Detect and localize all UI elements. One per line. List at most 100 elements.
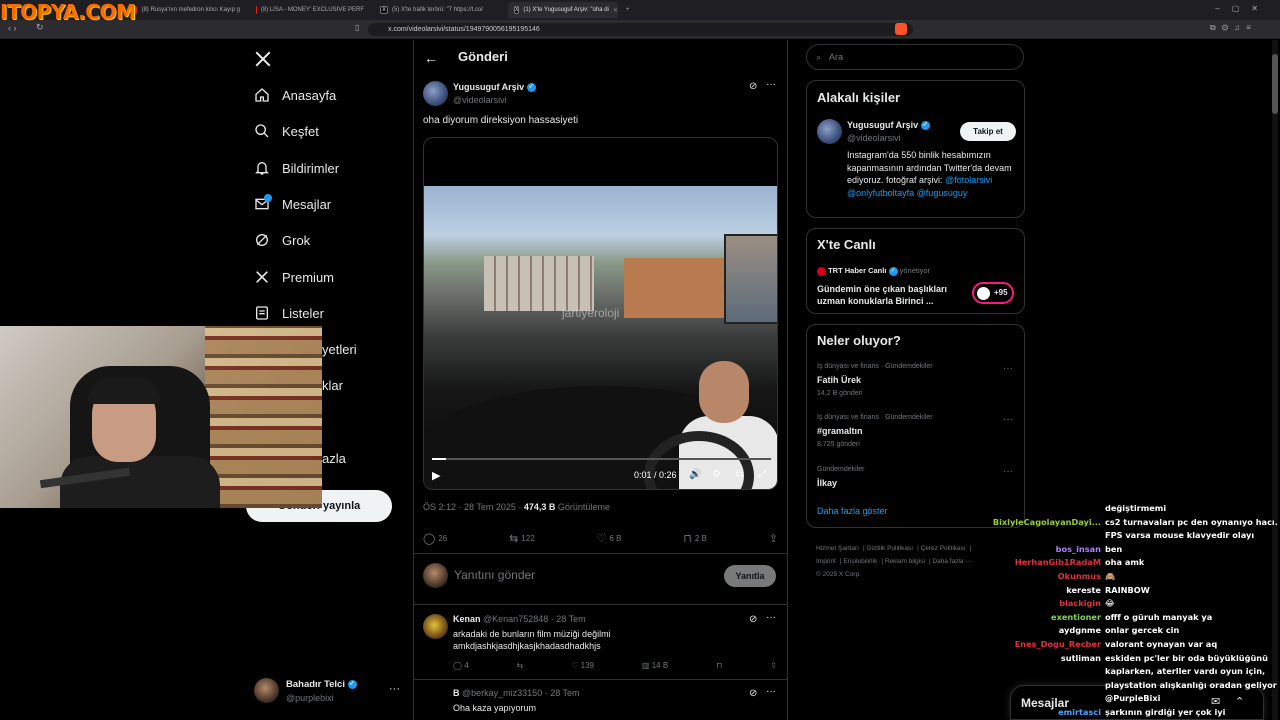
video-progress-bar[interactable] [432, 458, 771, 460]
reply-button[interactable]: Yanıtla [724, 565, 776, 587]
trend-item[interactable]: İş dünyası ve finans · Gündemdekiler #gr… [817, 414, 933, 448]
browser-tab[interactable]: X (5) X'te trafik terörü: "7 https://t.co… [374, 2, 504, 18]
follow-button[interactable]: Takip et [960, 122, 1016, 141]
x-logo-icon[interactable] [254, 50, 272, 68]
account-switcher[interactable]: Bahadır Telci ✓ @purplebixi [286, 679, 357, 703]
nav-bookmarks[interactable]: yetleri [322, 342, 357, 357]
window-controls[interactable]: –▢✕ [1215, 4, 1270, 13]
fullscreen-icon[interactable]: ⤢ [758, 469, 766, 480]
chat-message: sutliman eskiden pc'ler bir oda büyüklüğü… [990, 652, 1280, 693]
more-icon[interactable]: ··· [766, 686, 776, 697]
related-name: Yugusuguf Arşiv [847, 120, 919, 130]
nav-communities[interactable]: klar [322, 378, 343, 393]
footer-link[interactable]: Imprint [816, 558, 836, 565]
trend-context: Gündemdekiler [817, 466, 865, 473]
list-icon [256, 306, 268, 320]
browser-tab[interactable]: (8) Rusya'nın mefedron kılıcı Kayıp g [126, 2, 246, 18]
youtube-icon [256, 6, 257, 14]
brave-shield-icon[interactable] [895, 23, 907, 35]
reply-input[interactable]: Yanıtını gönder [454, 568, 535, 582]
footer-link[interactable]: Çerez Politikası [921, 545, 966, 552]
trend-item[interactable]: İş dünyası ve finans · Gündemdekiler Fat… [817, 363, 933, 397]
video-player[interactable]: jartiyeroloji ▶ 0:01 / 0:26 🔊 ⚙ ⧉ ⤢ [423, 137, 778, 490]
chat-message: aydgnme onlar gercek cin [990, 624, 1280, 638]
chat-username: Okunmus [1057, 570, 1101, 581]
nav-premium[interactable]: Premium [254, 269, 334, 285]
browser-tab[interactable]: (8) LISA - MONEY' EXCLUSIVE PERF [250, 2, 370, 18]
more-icon[interactable]: ··· [1003, 466, 1013, 477]
more-icon[interactable]: ··· [1003, 414, 1013, 425]
avatar[interactable] [423, 81, 448, 106]
settings-icon[interactable]: ⚙ [712, 469, 721, 480]
nav-lists[interactable]: Listeler [254, 305, 324, 321]
reply-action[interactable]: ◯ 26 [423, 532, 447, 545]
reply-item[interactable]: Kenan @Kenan752848 · 28 Tem arkadaki de … [453, 614, 653, 652]
more-icon[interactable]: ··· [766, 79, 776, 90]
trend-item[interactable]: Gündemdekiler İlkay [817, 466, 864, 488]
grok-icon[interactable]: ⊘ [749, 688, 757, 699]
like-action[interactable]: ♡ 6 B [597, 532, 622, 545]
verified-icon: ✓ [920, 121, 930, 131]
chat-message: exentioner offf o güruh manyak ya [990, 611, 1280, 625]
chat-text: onlar gercek cin [1105, 625, 1180, 636]
avatar[interactable] [423, 614, 448, 639]
video-frame[interactable] [424, 186, 777, 489]
show-more-link[interactable]: Daha fazla göster [817, 506, 888, 516]
chat-text: FPS varsa mouse klavyedir olayı [1105, 530, 1255, 541]
more-icon[interactable]: ··· [389, 683, 400, 695]
related-user[interactable]: Yugusuguf Arşiv ✓ @videolarsivi [847, 120, 930, 143]
footer-link[interactable]: Daha fazla ··· [932, 558, 971, 565]
nav-grok[interactable]: Grok [254, 232, 310, 248]
bookmark-icon[interactable]: ▯ [355, 23, 359, 32]
new-tab-button[interactable]: + [620, 2, 634, 18]
search-input[interactable]: ⌕ Ara [806, 44, 1024, 70]
repost-action[interactable]: ⇆ 122 [509, 532, 535, 545]
like-action[interactable]: ♡ 139 [571, 661, 594, 670]
live-listeners[interactable]: +95 [972, 282, 1014, 304]
share-action[interactable]: ⇪ [770, 661, 777, 670]
footer-link[interactable]: Erişilebilirlik [843, 558, 877, 565]
search-icon [255, 124, 269, 138]
nav-home[interactable]: Anasayfa [254, 87, 336, 103]
close-icon[interactable]: ✕ [613, 7, 618, 14]
toolbar-icons[interactable]: ⧉⚙♫≡ [1210, 23, 1257, 33]
chat-username: kereste [1066, 584, 1101, 595]
volume-icon[interactable]: 🔊 [689, 469, 701, 480]
footer-link[interactable]: Gizlilik Politikası [866, 545, 913, 552]
footer-link[interactable]: Reklam bilgisi [885, 558, 925, 565]
chat-message: blackigin 😂 [990, 597, 1280, 611]
grok-icon[interactable]: ⊘ [749, 81, 757, 92]
url-field[interactable]: x.com/videolarsivi/status/19497900561951… [368, 23, 913, 36]
share-icon: ⇪ [768, 533, 778, 545]
live-title[interactable]: Gündemin öne çıkan başlıkları uzman konu… [817, 283, 967, 307]
reply-action[interactable]: ◯ 4 [453, 661, 469, 670]
repost-action[interactable]: ⇆ [517, 661, 524, 670]
chat-username: bos_insan [1055, 543, 1101, 554]
share-action[interactable]: ⇪ [769, 532, 778, 545]
footer-link[interactable]: Hizmet Şartları [816, 545, 859, 552]
chat-message: değiştirmemi [990, 502, 1280, 516]
chat-username: Enes_Dogu_Recber [1014, 638, 1101, 649]
chat-message: emirtasci şarkının girdiği yer çok iyi [990, 706, 1280, 720]
bookmark-action[interactable]: ⊓ 2 B [683, 532, 707, 545]
divider [414, 679, 787, 680]
play-icon[interactable]: ▶ [432, 469, 440, 482]
live-host[interactable]: TRT Haber Canlı ✓ yönetiyor [817, 266, 930, 276]
back-arrow-icon[interactable]: ← [424, 50, 438, 66]
post-timestamp: ÖS 2:12 · 28 Tem 2025 · [423, 502, 524, 512]
nav-notifications[interactable]: Bildirimler [254, 160, 339, 176]
bookmark-action[interactable]: ⊓ [716, 661, 722, 670]
nav-explore[interactable]: Keşfet [254, 123, 319, 139]
more-icon[interactable]: ··· [766, 612, 776, 623]
more-icon[interactable]: ··· [1003, 363, 1013, 374]
nav-more[interactable]: azla [322, 451, 346, 466]
avatar[interactable] [817, 119, 842, 144]
avatar[interactable] [254, 678, 279, 703]
browser-tab-active[interactable]: X (1) X'te Yugusuguf Arşiv: "oha di ✕ [508, 2, 618, 18]
reply-item[interactable]: B @berkay_miz33150 · 28 Tem Oha kaza yap… [453, 688, 580, 714]
address-bar: ‹ › ↻ ▯ x.com/videolarsivi/status/194979… [0, 20, 1280, 39]
views-action[interactable]: ▥ 14 B [642, 661, 668, 670]
pip-icon[interactable]: ⧉ [736, 469, 743, 480]
grok-icon[interactable]: ⊘ [749, 614, 757, 625]
post-author[interactable]: Yugusuguf Arşiv ✓ @videolarsivi [453, 82, 536, 105]
